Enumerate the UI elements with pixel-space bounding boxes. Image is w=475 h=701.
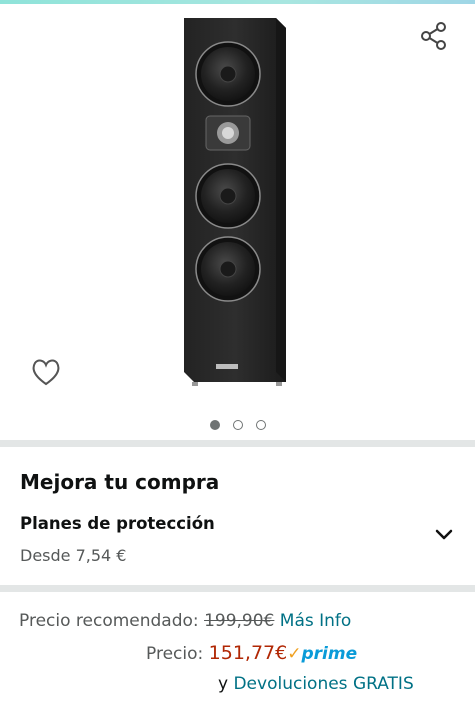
protection-plans-price: Desde 7,54 € bbox=[20, 546, 127, 565]
price-value: 151,77€ bbox=[208, 642, 288, 664]
image-dot-3[interactable] bbox=[255, 420, 266, 430]
share-button[interactable] bbox=[416, 18, 452, 54]
product-image-gallery[interactable] bbox=[0, 4, 475, 440]
product-image-speaker[interactable] bbox=[180, 14, 292, 388]
wishlist-button[interactable] bbox=[26, 352, 66, 392]
image-pagination bbox=[0, 420, 475, 434]
recommended-price-label: Precio recomendado: bbox=[19, 611, 199, 631]
returns-prefix: y bbox=[218, 674, 229, 694]
recommended-price-value: 199,90€ bbox=[204, 611, 275, 631]
recommended-price-row: Precio recomendado: 199,90€ Más Info bbox=[19, 611, 351, 631]
returns-row: y Devoluciones GRATIS bbox=[218, 674, 414, 694]
more-info-link[interactable]: Más Info bbox=[280, 611, 352, 631]
section-divider bbox=[0, 440, 475, 447]
price-label: Precio: bbox=[146, 644, 204, 664]
free-returns-link[interactable]: Devoluciones GRATIS bbox=[233, 674, 413, 694]
section-title-upgrade: Mejora tu compra bbox=[20, 470, 220, 494]
image-dot-1[interactable] bbox=[209, 420, 220, 430]
image-dot-2[interactable] bbox=[232, 420, 243, 430]
price-row: Precio: 151,77€✓prime bbox=[146, 642, 357, 664]
prime-badge: prime bbox=[301, 644, 358, 664]
chevron-down-icon[interactable] bbox=[433, 524, 455, 546]
protection-plans-row[interactable]: Planes de protección Desde 7,54 € bbox=[0, 506, 475, 580]
heart-icon bbox=[32, 359, 60, 386]
protection-plans-title: Planes de protección bbox=[20, 514, 215, 533]
share-icon bbox=[421, 22, 446, 50]
check-icon: ✓ bbox=[287, 644, 302, 664]
section-divider bbox=[0, 585, 475, 592]
